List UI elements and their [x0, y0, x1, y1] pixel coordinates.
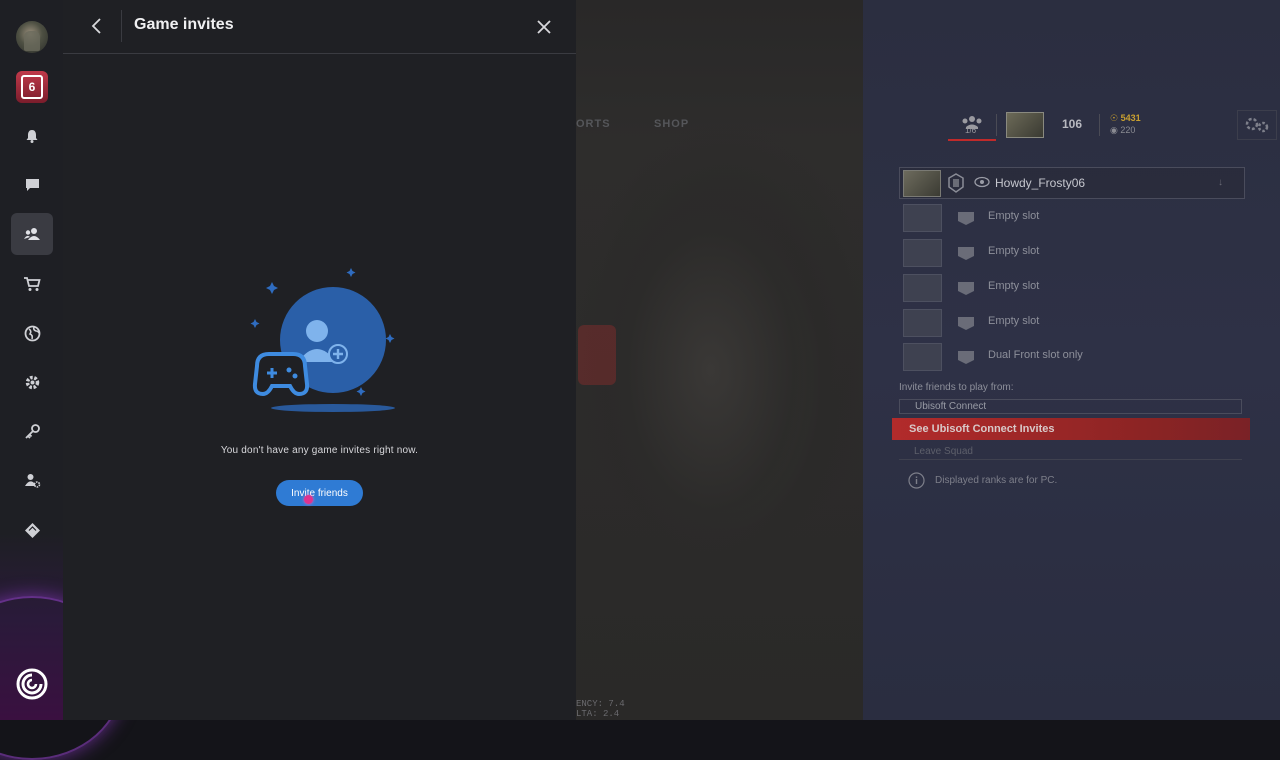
squad-slot[interactable]: Dual Front slot only: [903, 343, 1243, 371]
operator-red-detail: [578, 325, 616, 385]
hud-divider: [1099, 114, 1100, 136]
profile-avatar[interactable]: [16, 21, 48, 53]
squad-slot[interactable]: Empty slot: [903, 309, 1243, 337]
rank-shield-icon: [958, 212, 974, 225]
slot-avatar-placeholder: [903, 204, 942, 232]
rank-shield-icon: [958, 247, 974, 260]
slot-avatar-placeholder: [903, 309, 942, 337]
rank-shield-icon: [958, 317, 974, 330]
ranks-note: Displayed ranks are for PC.: [908, 472, 1057, 489]
options-icon[interactable]: ↓: [1218, 177, 1223, 188]
game-badge: 6: [21, 75, 43, 99]
friends-icon: [24, 228, 40, 240]
rank-badge-icon: [948, 173, 964, 193]
sidebar-item-account-settings[interactable]: [11, 459, 53, 501]
latency-readout: ENCY: 7.4 LTA: 2.4: [576, 699, 625, 719]
nav-item-esports[interactable]: ORTS: [576, 118, 611, 130]
sidebar-item-friends[interactable]: [11, 213, 53, 255]
squad-slot[interactable]: Empty slot: [903, 204, 1243, 232]
credits-value: 220: [1120, 125, 1136, 135]
squad-leader-row[interactable]: Howdy_Frosty06 ↓: [899, 167, 1245, 199]
slot-avatar-placeholder: [903, 239, 942, 267]
rainbow-six-game-icon[interactable]: 6: [16, 71, 48, 103]
eye-icon: [974, 176, 990, 188]
squad-slot[interactable]: Empty slot: [903, 274, 1243, 302]
gear-icon: [25, 375, 39, 389]
empty-invites-illustration: [250, 268, 395, 412]
player-level: 106: [1061, 117, 1083, 131]
empty-state-message: You don't have any game invites right no…: [220, 445, 419, 456]
ranks-note-text: Displayed ranks are for PC.: [935, 475, 1058, 486]
game-settings-button[interactable]: [1237, 110, 1277, 140]
chat-bubble-icon: [25, 179, 39, 191]
squad-slot[interactable]: Empty slot: [903, 239, 1243, 267]
globe-icon: [24, 325, 40, 341]
delta-line: LTA: 2.4: [576, 709, 620, 719]
panel-header: Game invites: [63, 0, 576, 54]
chevron-left-icon: [91, 18, 101, 34]
latency-line: ENCY: 7.4: [576, 699, 625, 709]
bell-icon: [26, 130, 38, 143]
page-title: Game invites: [134, 16, 234, 33]
sidebar-item-store[interactable]: [11, 263, 53, 305]
key-icon: [24, 423, 40, 439]
badge-icon: [24, 522, 40, 538]
nav-item-shop[interactable]: SHOP: [654, 118, 689, 130]
slot-label: Dual Front slot only: [988, 349, 1083, 361]
back-button[interactable]: [85, 14, 109, 38]
slot-label: Empty slot: [988, 315, 1040, 327]
user-gear-icon: [24, 473, 40, 488]
player-avatar[interactable]: [1006, 112, 1044, 138]
header-divider: [121, 10, 122, 42]
leader-avatar: [903, 170, 941, 197]
cursor-indicator: [304, 495, 313, 504]
renown-amount: ☉ 5431: [1110, 113, 1141, 123]
ubisoft-connect-sidebar: 6: [0, 0, 124, 760]
slot-label: Empty slot: [988, 280, 1040, 292]
sidebar-item-network[interactable]: [11, 312, 53, 354]
ubisoft-logo-icon[interactable]: [15, 667, 49, 701]
game-invites-panel: Game invites You don't have any game inv…: [63, 0, 576, 720]
renown-value: 5431: [1120, 113, 1141, 123]
credits-amount: ◉ 220: [1110, 125, 1136, 135]
cart-icon: [24, 277, 41, 291]
see-invites-button[interactable]: See Ubisoft Connect Invites: [892, 418, 1250, 440]
close-button[interactable]: [533, 16, 555, 38]
squad-count: 1/6: [965, 126, 977, 135]
sidebar-item-keys[interactable]: [11, 410, 53, 452]
rank-shield-icon: [958, 351, 974, 364]
squad-leader-name: Howdy_Frosty06: [995, 176, 1086, 190]
gear-icon: [1245, 117, 1269, 133]
invite-friends-button[interactable]: Invite friends: [276, 480, 363, 506]
sidebar-item-notifications[interactable]: [11, 115, 53, 157]
invite-from-label: Invite friends to play from:: [899, 382, 1014, 393]
info-icon: [908, 472, 925, 489]
rank-shield-icon: [958, 282, 974, 295]
close-icon: [537, 20, 551, 34]
operator-character: [600, 150, 830, 720]
hud-divider: [996, 114, 997, 136]
squad-indicator-line: [948, 139, 996, 141]
sidebar-item-rewards[interactable]: [11, 509, 53, 551]
slot-avatar-placeholder: [903, 274, 942, 302]
sidebar-item-chat[interactable]: [11, 164, 53, 206]
slot-avatar-placeholder: [903, 343, 942, 371]
sidebar-item-settings[interactable]: [11, 361, 53, 403]
slot-label: Empty slot: [988, 245, 1040, 257]
ubisoft-connect-button[interactable]: Ubisoft Connect: [899, 399, 1242, 414]
leave-squad-button[interactable]: Leave Squad: [899, 444, 1242, 460]
slot-label: Empty slot: [988, 210, 1040, 222]
